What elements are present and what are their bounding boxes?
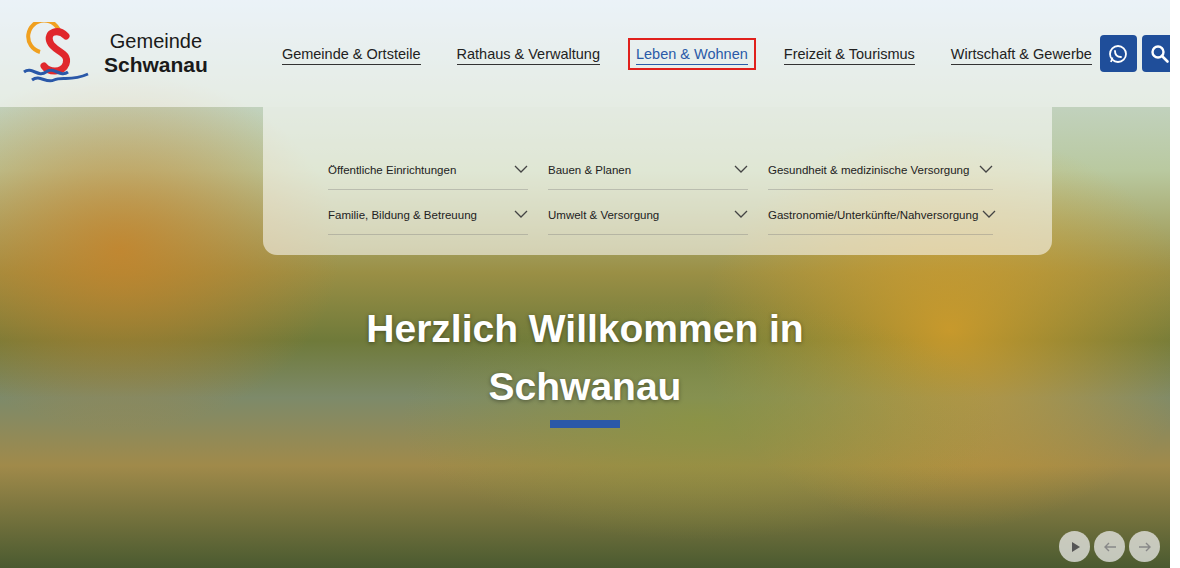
chevron-icon <box>514 165 528 174</box>
logo-icon <box>20 22 92 86</box>
menu-item[interactable]: Umwelt & Versorgung <box>548 200 748 235</box>
scrollbar[interactable] <box>1170 0 1180 568</box>
menu-item[interactable]: Gastronomie/Unterkünfte/Nahversorgung <box>768 200 993 235</box>
chevron-icon <box>734 210 748 219</box>
menu-item[interactable]: Öffentliche Einrichtungen <box>328 155 528 190</box>
play-icon <box>1067 539 1083 555</box>
hero: Herzlich Willkommen in Schwanau <box>0 300 1170 428</box>
menu-label: Familie, Bildung & Betreuung <box>328 209 477 221</box>
slider-controls <box>1059 531 1160 562</box>
menu-item[interactable]: Familie, Bildung & Betreuung <box>328 200 528 235</box>
chevron-icon <box>982 210 996 219</box>
nav-item[interactable]: Wirtschaft & Gewerbe <box>943 38 1100 70</box>
menu-label: Gesundheit & medizinische Versorgung <box>768 164 969 176</box>
chevron-icon <box>979 165 993 174</box>
logo[interactable]: GemeindeSchwanau <box>20 22 208 86</box>
dropdown-menu: Öffentliche Einrichtungen Bauen & Planen G… <box>263 107 1052 255</box>
arrow-left-icon <box>1102 539 1118 555</box>
next-button[interactable] <box>1129 531 1160 562</box>
prev-button[interactable] <box>1094 531 1125 562</box>
search-icon <box>1150 44 1170 64</box>
whatsapp-button[interactable] <box>1100 35 1137 72</box>
logo-line: Schwanau <box>104 53 208 77</box>
logo-line: Gemeinde <box>110 30 202 53</box>
menu-label: Bauen & Planen <box>548 164 631 176</box>
nav-item[interactable]: Gemeinde & Ortsteile <box>274 38 429 70</box>
chevron-icon <box>734 165 748 174</box>
nav-label: Freizeit & Tourismus <box>784 46 915 65</box>
menu-item[interactable]: Gesundheit & medizinische Versorgung <box>768 155 993 190</box>
menu-label: Umwelt & Versorgung <box>548 209 659 221</box>
nav-label: Leben & Wohnen <box>636 46 748 65</box>
nav-item[interactable]: Rathaus & Verwaltung <box>449 38 608 70</box>
chevron-icon <box>514 210 528 219</box>
menu-label: Gastronomie/Unterkünfte/Nahversorgung <box>768 209 978 221</box>
hero-title: Herzlich Willkommen in Schwanau <box>350 300 820 416</box>
main-nav: Gemeinde & Ortsteile Rathaus & Verwaltung… <box>274 38 1100 70</box>
whatsapp-icon <box>1108 44 1128 64</box>
site-header: GemeindeSchwanau Gemeinde & Ortsteile Rath… <box>0 0 1170 107</box>
nav-label: Rathaus & Verwaltung <box>457 46 600 65</box>
title-underline <box>550 420 620 428</box>
hero-photo: GemeindeSchwanau Gemeinde & Ortsteile Rath… <box>0 0 1170 568</box>
nav-label: Gemeinde & Ortsteile <box>282 46 421 65</box>
play-button[interactable] <box>1059 531 1090 562</box>
menu-item[interactable]: Bauen & Planen <box>548 155 748 190</box>
nav-item[interactable]: Freizeit & Tourismus <box>776 38 923 70</box>
menu-label: Öffentliche Einrichtungen <box>328 164 456 176</box>
logo-text: GemeindeSchwanau <box>104 30 208 77</box>
header-buttons <box>1100 35 1170 72</box>
arrow-right-icon <box>1137 539 1153 555</box>
nav-item[interactable]: Leben & Wohnen <box>628 38 756 70</box>
search-button[interactable] <box>1142 35 1170 72</box>
nav-label: Wirtschaft & Gewerbe <box>951 46 1092 65</box>
